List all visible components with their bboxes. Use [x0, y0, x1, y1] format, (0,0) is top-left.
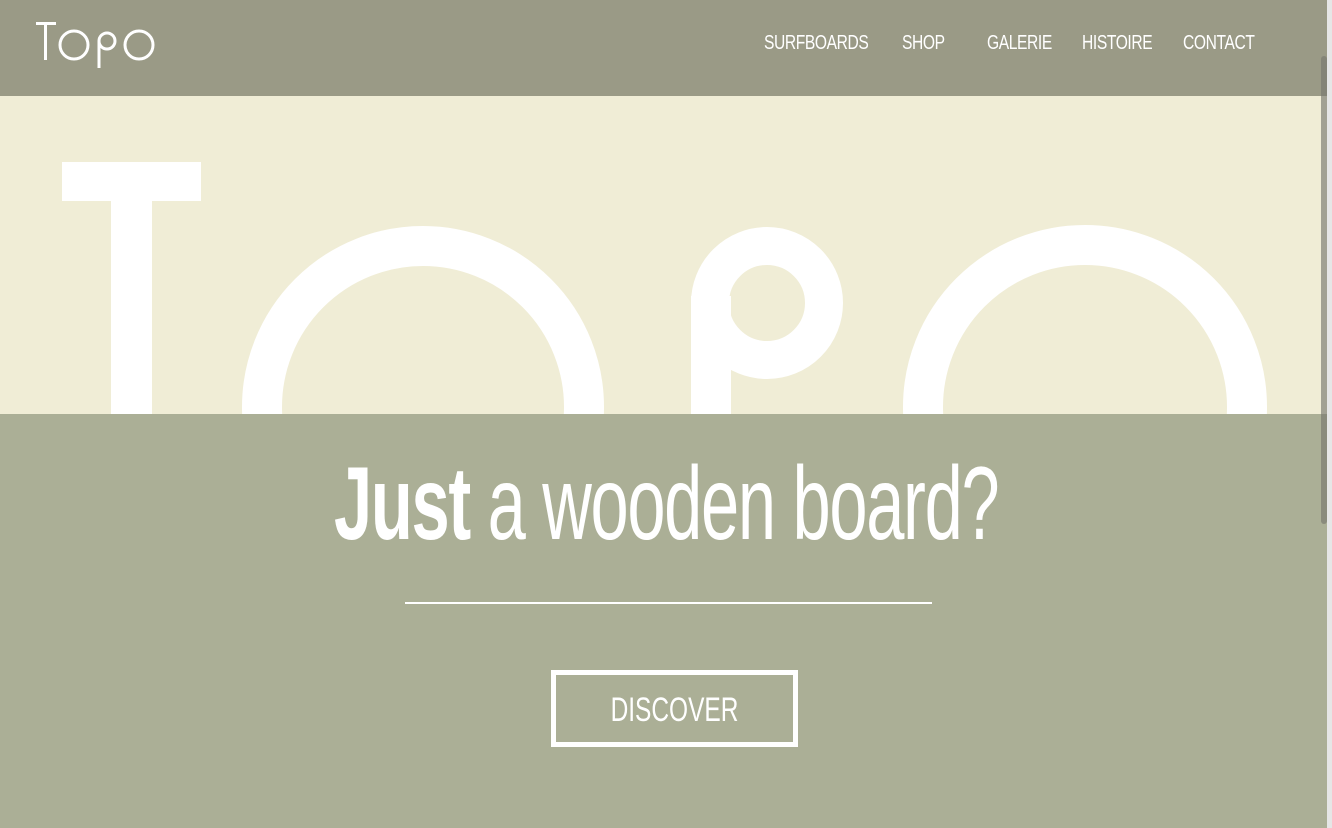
- nav-contact[interactable]: CONTACT: [1183, 32, 1255, 55]
- hero-banner: [0, 96, 1327, 414]
- site-header: SURFBOARDS SHOP GALERIE HISTOIRE CONTACT: [0, 0, 1327, 96]
- nav-galerie[interactable]: GALERIE: [987, 32, 1052, 55]
- nav-histoire[interactable]: HISTOIRE: [1082, 32, 1153, 55]
- hero-topo-wordmark: [62, 162, 1267, 414]
- headline-bold: Just: [334, 446, 471, 562]
- scrollbar-track[interactable]: [1327, 0, 1332, 828]
- nav-surfboards[interactable]: SURFBOARDS: [764, 32, 869, 55]
- hero-content: Just a wooden board? DISCOVER: [0, 414, 1327, 828]
- discover-button[interactable]: DISCOVER: [551, 670, 798, 747]
- hero-headline: Just a wooden board?: [334, 452, 1000, 556]
- divider: [405, 602, 932, 604]
- scrollbar-thumb[interactable]: [1321, 56, 1327, 524]
- headline-rest: a wooden board?: [469, 446, 1000, 562]
- nav-shop[interactable]: SHOP: [902, 32, 945, 55]
- main-nav: SURFBOARDS SHOP GALERIE HISTOIRE CONTACT: [0, 0, 1327, 96]
- discover-button-label: DISCOVER: [610, 691, 739, 729]
